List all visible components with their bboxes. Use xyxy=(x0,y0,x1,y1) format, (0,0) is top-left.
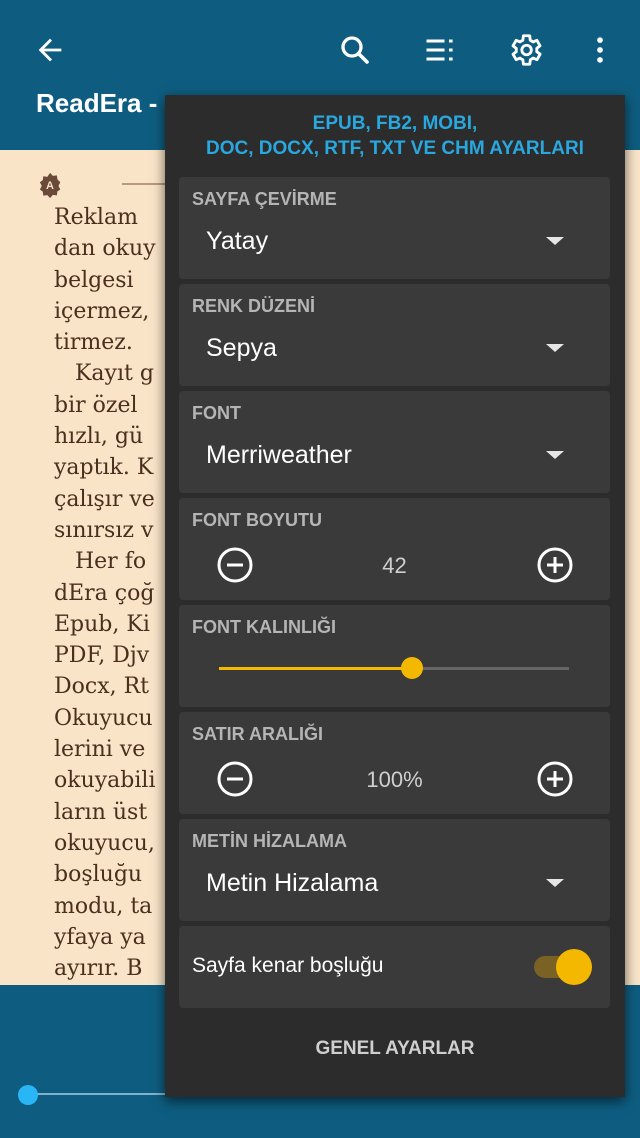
font-settings-marker-icon[interactable]: A xyxy=(38,172,64,198)
color-scheme-dropdown[interactable]: RENK DÜZENİ Sepya xyxy=(179,284,610,386)
page-margin-row[interactable]: Sayfa kenar boşluğu xyxy=(179,926,610,1008)
text-align-label: METİN HİZALAMA xyxy=(192,831,347,851)
book-line: Reklam xyxy=(54,205,138,230)
search-icon[interactable] xyxy=(333,28,377,72)
book-line: okuyucu, xyxy=(54,830,155,856)
book-line: boşluğu xyxy=(54,862,143,888)
book-line: dEra çoğ xyxy=(54,580,155,606)
chevron-down-icon xyxy=(546,879,564,887)
page-turn-value: Yatay xyxy=(206,227,269,255)
line-spacing-stepper: SATIR ARALIĞI 100% xyxy=(179,712,610,814)
text-align-dropdown[interactable]: METİN HİZALAMA Metin Hizalama xyxy=(179,819,610,921)
book-line: sınırsız v xyxy=(54,517,154,543)
page-turn-dropdown[interactable]: SAYFA ÇEVİRME Yatay xyxy=(179,177,610,279)
font-weight-slider[interactable]: FONT KALINLIĞI xyxy=(179,605,610,707)
toggle-thumb[interactable] xyxy=(556,949,592,985)
text-align-value: Metin Hizalama xyxy=(206,869,379,897)
book-line: hızlı, gü xyxy=(54,424,144,450)
book-line: ların üst xyxy=(54,799,148,825)
reading-settings-panel: EPUB, FB2, MOBI, DOC, DOCX, RTF, TXT VE … xyxy=(165,95,625,1097)
general-settings-button[interactable]: GENEL AYARLAR xyxy=(165,1038,625,1060)
book-line: Docx, Rt xyxy=(54,674,150,700)
slider-track[interactable] xyxy=(219,657,569,679)
progress-track[interactable] xyxy=(28,1093,168,1095)
book-text: Reklam dan okuy belgesi içermez, tirmez. Kay… xyxy=(54,202,156,984)
book-line: lerini ve xyxy=(54,737,146,763)
chevron-down-icon xyxy=(546,451,564,459)
book-line: Epub, Ki xyxy=(54,611,150,637)
plus-circle-icon[interactable] xyxy=(535,759,575,799)
more-vertical-icon[interactable] xyxy=(578,28,622,72)
list-icon[interactable] xyxy=(418,28,462,72)
font-label: FONT xyxy=(192,403,241,423)
book-line: belgesi xyxy=(54,267,134,293)
book-line: okuyabili xyxy=(54,768,156,794)
book-line: içermez, xyxy=(54,298,150,324)
font-weight-label: FONT KALINLIĞI xyxy=(192,617,336,637)
line-spacing-label: SATIR ARALIĞI xyxy=(192,724,323,744)
book-line: yaptık. K xyxy=(54,455,154,481)
progress-thumb[interactable] xyxy=(18,1085,38,1105)
chevron-down-icon xyxy=(546,344,564,352)
book-line: Her fo xyxy=(54,549,147,575)
color-scheme-label: RENK DÜZENİ xyxy=(192,296,316,316)
book-line: çalışır ve xyxy=(54,486,155,512)
font-size-label: FONT BOYUTU xyxy=(192,510,322,530)
book-line: modu, ta xyxy=(54,893,153,919)
plus-circle-icon[interactable] xyxy=(535,545,575,585)
book-line: PDF, Djv xyxy=(54,643,150,669)
panel-heading: EPUB, FB2, MOBI, DOC, DOCX, RTF, TXT VE … xyxy=(206,113,584,159)
font-value: Merriweather xyxy=(206,441,352,469)
page-turn-label: SAYFA ÇEVİRME xyxy=(192,189,337,209)
book-line: Okuyucu xyxy=(54,705,153,731)
color-scheme-value: Sepya xyxy=(206,334,277,362)
arrow-left-icon[interactable] xyxy=(28,28,72,72)
book-line: ayırır. B xyxy=(54,956,143,982)
gear-icon[interactable] xyxy=(503,28,547,72)
slider-thumb[interactable] xyxy=(400,657,423,679)
book-title: ReadEra - xyxy=(36,88,158,118)
svg-text:A: A xyxy=(46,180,54,192)
slider-fill xyxy=(219,667,412,670)
book-line: yfaya ya xyxy=(54,924,146,950)
font-size-stepper: FONT BOYUTU 42 xyxy=(179,498,610,600)
book-line: bir özel xyxy=(54,392,138,418)
book-line: tirmez. xyxy=(54,330,133,356)
book-line: dan okuy xyxy=(54,236,156,262)
chevron-down-icon xyxy=(546,237,564,245)
book-line: Kayıt g xyxy=(54,361,154,387)
page-margin-label: Sayfa kenar boşluğu xyxy=(192,954,384,977)
font-dropdown[interactable]: FONT Merriweather xyxy=(179,391,610,493)
